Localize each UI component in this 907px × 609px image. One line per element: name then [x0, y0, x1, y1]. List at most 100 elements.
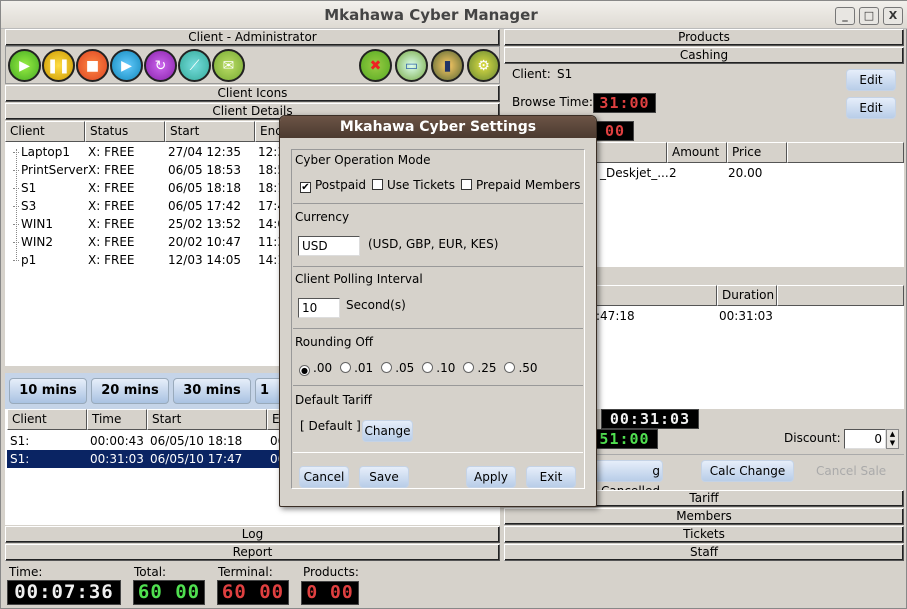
- apply-button[interactable]: Apply: [466, 466, 516, 488]
- radio-icon[interactable]: [381, 362, 393, 373]
- cancel-sale-button[interactable]: Cancel Sale: [816, 464, 886, 478]
- rounding-radio[interactable]: .50: [504, 361, 538, 375]
- pause-icon[interactable]: ❚❚: [42, 49, 75, 82]
- rounding-radio[interactable]: .05: [381, 361, 414, 375]
- client-status[interactable]: X: FREE: [88, 233, 134, 251]
- polling-unit: Second(s): [346, 298, 406, 312]
- col-price[interactable]: Price: [727, 142, 787, 163]
- tab-20-mins[interactable]: 20 mins: [91, 378, 169, 404]
- cash-total-led: 51:00: [591, 429, 658, 449]
- client-admin-header[interactable]: Client - Administrator: [5, 29, 500, 46]
- postpaid-checkbox[interactable]: ✔ Postpaid: [300, 178, 366, 193]
- title-bar[interactable]: Mkahawa Cyber Manager _ □ X: [1, 1, 907, 29]
- client-start[interactable]: 20/02 10:47: [168, 233, 241, 251]
- client-start[interactable]: 06/05 17:42: [168, 197, 241, 215]
- client-icons-bar[interactable]: Client Icons: [5, 85, 500, 102]
- radio-icon[interactable]: [340, 362, 352, 373]
- checkbox-checked-icon[interactable]: ✔: [300, 182, 311, 193]
- resume-icon[interactable]: ▶: [110, 49, 143, 82]
- radio-icon[interactable]: ●: [299, 365, 310, 376]
- client-name[interactable]: p1: [13, 251, 36, 269]
- chart-icon[interactable]: ⟋: [178, 49, 211, 82]
- col-start[interactable]: Start: [165, 121, 255, 142]
- staff-bar[interactable]: Staff: [504, 544, 904, 561]
- exit-button[interactable]: Exit: [526, 466, 576, 488]
- prepaid-members-checkbox[interactable]: Prepaid Members: [461, 178, 580, 192]
- rounding-radio[interactable]: .01: [340, 361, 373, 375]
- tickets-bar[interactable]: Tickets: [504, 526, 904, 543]
- client-name[interactable]: WIN2: [13, 233, 53, 251]
- client-name[interactable]: PrintServer: [13, 161, 88, 179]
- client-status[interactable]: X: FREE: [88, 251, 134, 269]
- radio-icon[interactable]: [463, 362, 475, 373]
- members-bar[interactable]: Members: [504, 508, 904, 525]
- tab-30-mins[interactable]: 30 mins: [173, 378, 251, 404]
- tab-10-mins[interactable]: 10 mins: [9, 378, 87, 404]
- discount-input[interactable]: 0: [844, 429, 886, 449]
- client-status[interactable]: X: FREE: [88, 215, 134, 233]
- client-name[interactable]: S3: [13, 197, 36, 215]
- client-start[interactable]: 06/05 18:53: [168, 161, 241, 179]
- settings-icon[interactable]: ⚙: [467, 49, 500, 82]
- change-tariff-button[interactable]: Change: [362, 420, 413, 442]
- door-icon[interactable]: ▮: [431, 49, 464, 82]
- rounding-radio[interactable]: .10: [422, 361, 455, 375]
- currency-input[interactable]: USD: [298, 236, 360, 256]
- currency-hint: (USD, GBP, EUR, KES): [368, 237, 499, 251]
- client-name[interactable]: S1: [13, 179, 36, 197]
- cashing-bar[interactable]: Cashing: [504, 47, 904, 64]
- remove-icon[interactable]: ✖: [359, 49, 392, 82]
- col-time[interactable]: Time: [87, 409, 147, 430]
- client-start[interactable]: 27/04 12:35: [168, 143, 241, 161]
- use-tickets-checkbox[interactable]: Use Tickets: [372, 178, 455, 192]
- item-name[interactable]: _Deskjet_...: [600, 164, 669, 182]
- client-start[interactable]: 12/03 14:05: [168, 251, 241, 269]
- computer-icon[interactable]: ▭: [395, 49, 428, 82]
- maximize-button[interactable]: □: [859, 7, 879, 25]
- col-amount[interactable]: Amount: [667, 142, 727, 163]
- col-duration[interactable]: Duration: [717, 285, 777, 306]
- client-status[interactable]: X: FREE: [88, 143, 134, 161]
- radio-icon[interactable]: [504, 362, 516, 373]
- minimize-button[interactable]: _: [835, 7, 855, 25]
- col-client[interactable]: Client: [7, 409, 87, 430]
- cancelled-button[interactable]: g Cancelled: [591, 460, 663, 498]
- save-button[interactable]: Save: [359, 466, 409, 488]
- stop-icon[interactable]: ■: [76, 49, 109, 82]
- dialog-title[interactable]: Mkahawa Cyber Settings: [280, 116, 596, 138]
- col-client[interactable]: Client: [5, 121, 85, 142]
- close-button[interactable]: X: [883, 7, 903, 25]
- play-icon[interactable]: ▶: [8, 49, 41, 82]
- session-time: 00:31:03: [90, 452, 144, 466]
- report-bar[interactable]: Report: [5, 544, 500, 561]
- products-bar[interactable]: Products: [504, 29, 904, 46]
- rounding-radio[interactable]: .25: [463, 361, 496, 375]
- radio-icon[interactable]: [422, 362, 434, 373]
- session-time: 00:00:43: [90, 434, 144, 448]
- polling-input[interactable]: 10: [298, 298, 340, 318]
- session-duration[interactable]: 00:31:03: [719, 307, 773, 325]
- calc-change-button[interactable]: Calc Change: [701, 460, 794, 482]
- client-start[interactable]: 06/05 18:18: [168, 179, 241, 197]
- client-status[interactable]: X: FREE: [88, 197, 134, 215]
- item-price[interactable]: 20.00: [728, 164, 762, 182]
- discount-spinner[interactable]: ▲ ▼: [886, 429, 899, 449]
- edit-browse-button[interactable]: Edit: [846, 97, 896, 119]
- edit-client-button[interactable]: Edit: [846, 69, 896, 91]
- client-start[interactable]: 25/02 13:52: [168, 215, 241, 233]
- item-amount[interactable]: 2: [669, 164, 677, 182]
- client-name[interactable]: WIN1: [13, 215, 53, 233]
- col-start[interactable]: Start: [147, 409, 267, 430]
- session-client: S1:: [10, 434, 30, 448]
- cancel-button[interactable]: Cancel: [299, 466, 349, 488]
- rounding-radio[interactable]: ● .00: [299, 361, 332, 376]
- client-status[interactable]: X: FREE: [88, 161, 134, 179]
- log-bar[interactable]: Log: [5, 526, 500, 543]
- col-status[interactable]: Status: [85, 121, 165, 142]
- client-name[interactable]: Laptop1: [13, 143, 70, 161]
- message-icon[interactable]: ✉: [212, 49, 245, 82]
- browse-time-led: 31:00: [593, 93, 656, 113]
- refresh-icon[interactable]: ↻: [144, 49, 177, 82]
- session-start[interactable]: :47:18: [596, 307, 635, 325]
- client-status[interactable]: X: FREE: [88, 179, 134, 197]
